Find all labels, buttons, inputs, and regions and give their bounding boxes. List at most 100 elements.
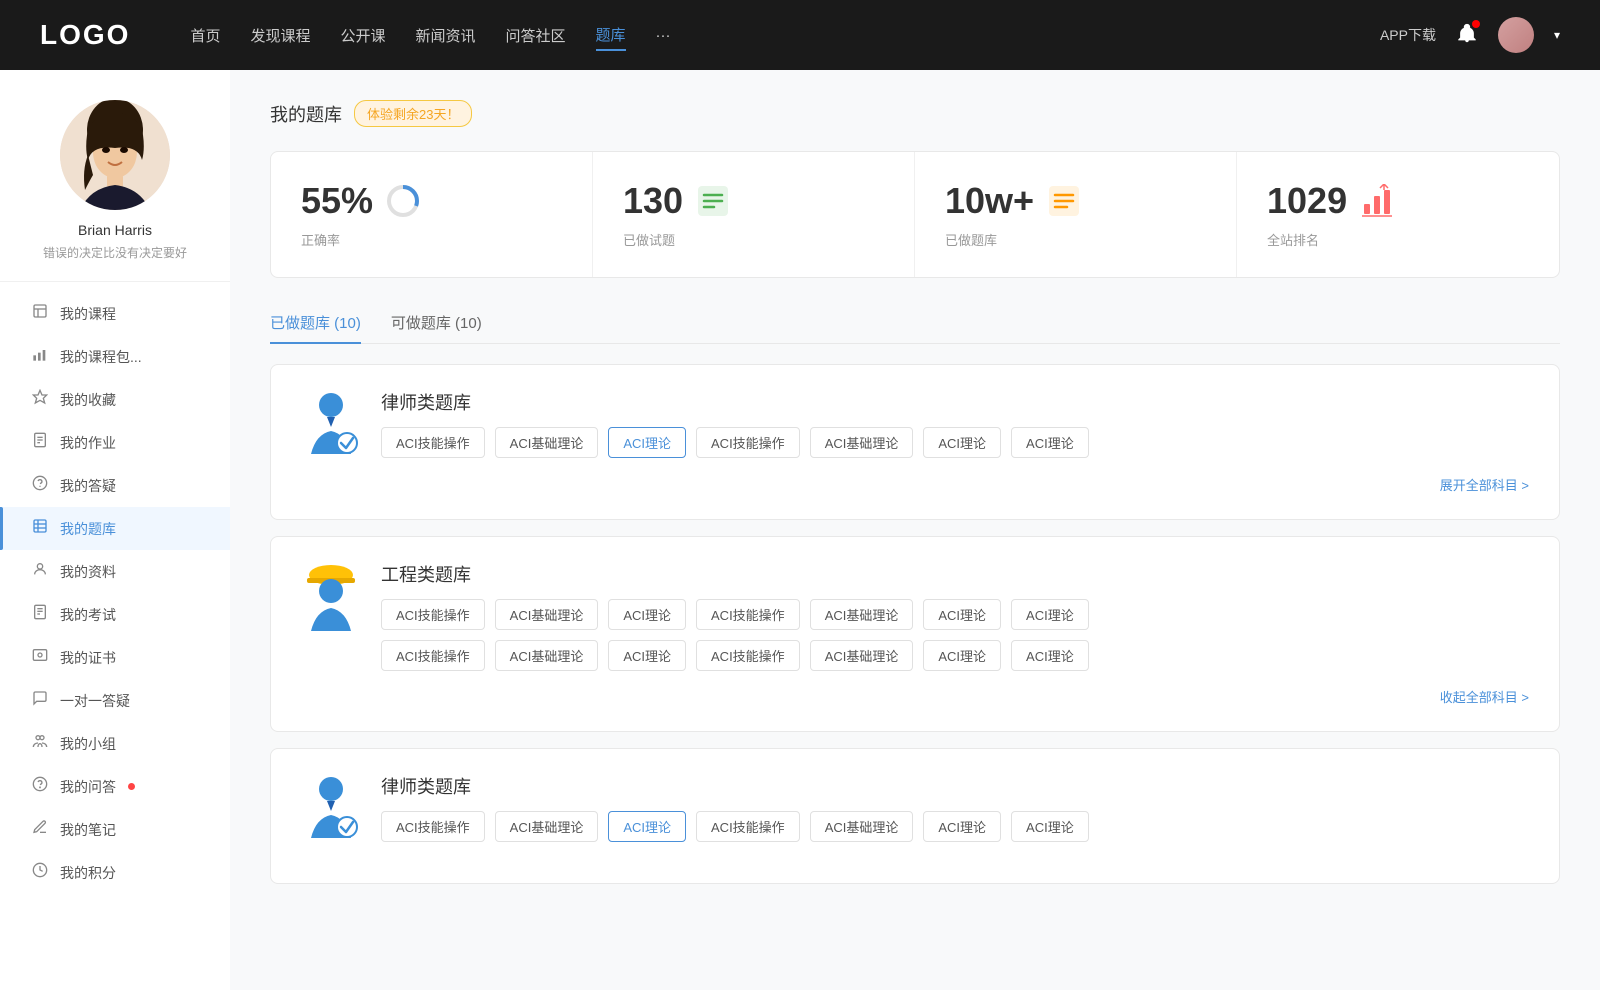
homework-icon (30, 432, 50, 453)
nav-qbank[interactable]: 题库 (596, 20, 626, 51)
tag-3-1[interactable]: ACI技能操作 (381, 811, 485, 842)
sidebar-item-certificate[interactable]: 我的证书 (0, 636, 230, 679)
tag-3-2[interactable]: ACI基础理论 (495, 811, 599, 842)
nav-more[interactable]: ··· (656, 23, 671, 48)
sidebar-item-points[interactable]: 我的积分 (0, 851, 230, 894)
tag-2-2[interactable]: ACI基础理论 (495, 599, 599, 630)
stat-accuracy-label: 正确率 (301, 230, 562, 249)
tags-multi-2: ACI技能操作 ACI基础理论 ACI理论 ACI技能操作 ACI基础理论 AC… (381, 599, 1529, 671)
engineer-avatar-icon (301, 561, 361, 631)
tag-1-2[interactable]: ACI基础理论 (495, 427, 599, 458)
sidebar-item-courses[interactable]: 我的课程 (0, 292, 230, 335)
lawyer-avatar-icon-1 (301, 389, 361, 459)
tag-2-5[interactable]: ACI基础理论 (810, 599, 914, 630)
app-download-btn[interactable]: APP下载 (1380, 25, 1436, 45)
nav-discover[interactable]: 发现课程 (250, 21, 310, 50)
sidebar-item-group[interactable]: 我的小组 (0, 722, 230, 765)
tag-3-3[interactable]: ACI理论 (608, 811, 686, 842)
sidebar-menu: 我的课程 我的课程包... 我的收藏 我的作业 (0, 282, 230, 904)
tag-2-1[interactable]: ACI技能操作 (381, 599, 485, 630)
qbank-card-lawyer-2: 律师类题库 ACI技能操作 ACI基础理论 ACI理论 ACI技能操作 ACI基… (270, 748, 1560, 884)
main-header: LOGO 首页 发现课程 公开课 新闻资讯 问答社区 题库 ··· APP下载 … (0, 0, 1600, 70)
tag-1-5[interactable]: ACI基础理论 (810, 427, 914, 458)
tag-2-4[interactable]: ACI技能操作 (696, 599, 800, 630)
notification-bell[interactable] (1456, 22, 1478, 49)
tag-2-14[interactable]: ACI理论 (1011, 640, 1089, 671)
profile-name: Brian Harris (20, 222, 210, 238)
sidebar-item-favorites[interactable]: 我的收藏 (0, 378, 230, 421)
stat-done-icon (695, 183, 731, 219)
trial-badge: 体验剩余23天！ (354, 100, 472, 127)
sidebar-item-1on1[interactable]: 一对一答疑 (0, 679, 230, 722)
nav-home[interactable]: 首页 (190, 21, 220, 50)
collapse-btn-2[interactable]: 收起全部科目 > (1440, 690, 1529, 705)
notes-label: 我的笔记 (60, 820, 116, 840)
homework-label: 我的作业 (60, 433, 116, 453)
sidebar-item-profile[interactable]: 我的资料 (0, 550, 230, 593)
sidebar: Brian Harris 错误的决定比没有决定要好 我的课程 我的课程包... (0, 70, 230, 990)
stat-ranking-icon (1359, 183, 1395, 219)
tag-2-6[interactable]: ACI理论 (923, 599, 1001, 630)
tag-3-4[interactable]: ACI技能操作 (696, 811, 800, 842)
sidebar-item-myqa[interactable]: 我的问答 (0, 765, 230, 808)
stat-done-banks: 10w+ 已做题库 (915, 152, 1237, 277)
tabs: 已做题库 (10) 可做题库 (10) (270, 302, 1560, 344)
stat-done-questions-label: 已做试题 (623, 230, 884, 249)
tag-2-12[interactable]: ACI基础理论 (810, 640, 914, 671)
sidebar-item-answers[interactable]: 我的答疑 (0, 464, 230, 507)
sidebar-item-notes[interactable]: 我的笔记 (0, 808, 230, 851)
stat-done-questions: 130 已做试题 (593, 152, 915, 277)
main-content: 我的题库 体验剩余23天！ 55% 正确 (230, 70, 1600, 990)
nav-news[interactable]: 新闻资讯 (416, 21, 476, 50)
group-icon (30, 733, 50, 754)
tag-1-4[interactable]: ACI技能操作 (696, 427, 800, 458)
profile-avatar (60, 100, 170, 210)
stat-done-questions-top: 130 (623, 180, 884, 222)
tag-1-7[interactable]: ACI理论 (1011, 427, 1089, 458)
sidebar-item-packages[interactable]: 我的课程包... (0, 335, 230, 378)
sidebar-item-exam[interactable]: 我的考试 (0, 593, 230, 636)
stat-done-banks-label: 已做题库 (945, 230, 1206, 249)
tab-done[interactable]: 已做题库 (10) (270, 302, 361, 343)
tags-row-2a: ACI技能操作 ACI基础理论 ACI理论 ACI技能操作 ACI基础理论 AC… (381, 599, 1529, 630)
user-avatar[interactable] (1498, 17, 1534, 53)
pie-chart-icon (385, 183, 421, 219)
tag-3-7[interactable]: ACI理论 (1011, 811, 1089, 842)
qbank-title-2: 工程类题库 (381, 561, 1529, 587)
tag-2-7[interactable]: ACI理论 (1011, 599, 1089, 630)
question-icon (30, 475, 50, 496)
stat-accuracy-top: 55% (301, 180, 562, 222)
list-orange-icon (1047, 184, 1081, 218)
sidebar-item-qbank[interactable]: 我的题库 (0, 507, 230, 550)
tag-1-6[interactable]: ACI理论 (923, 427, 1001, 458)
courses-label: 我的课程 (60, 304, 116, 324)
stat-ranking-top: 1029 (1267, 180, 1529, 222)
tags-section-1: 律师类题库 ACI技能操作 ACI基础理论 ACI理论 ACI技能操作 ACI基… (381, 389, 1529, 458)
sidebar-item-homework[interactable]: 我的作业 (0, 421, 230, 464)
tag-1-3[interactable]: ACI理论 (608, 427, 686, 458)
engineer-icon (301, 561, 361, 631)
answers-label: 我的答疑 (60, 476, 116, 496)
exam-icon (30, 604, 50, 625)
stat-done-banks-top: 10w+ (945, 180, 1206, 222)
tag-2-13[interactable]: ACI理论 (923, 640, 1001, 671)
tag-2-9[interactable]: ACI基础理论 (495, 640, 599, 671)
packages-icon (30, 346, 50, 367)
tag-2-10[interactable]: ACI理论 (608, 640, 686, 671)
expand-btn-1[interactable]: 展开全部科目 > (1440, 478, 1529, 493)
tag-2-3[interactable]: ACI理论 (608, 599, 686, 630)
nav-open-course[interactable]: 公开课 (340, 21, 385, 50)
1on1-label: 一对一答疑 (60, 691, 130, 711)
tag-2-11[interactable]: ACI技能操作 (696, 640, 800, 671)
profile-icon (30, 561, 50, 582)
tag-3-5[interactable]: ACI基础理论 (810, 811, 914, 842)
tab-available[interactable]: 可做题库 (10) (391, 302, 482, 343)
qbank-label: 我的题库 (60, 519, 116, 539)
user-dropdown-arrow[interactable]: ▾ (1554, 28, 1560, 42)
tag-2-8[interactable]: ACI技能操作 (381, 640, 485, 671)
nav-qa[interactable]: 问答社区 (506, 21, 566, 50)
tag-1-1[interactable]: ACI技能操作 (381, 427, 485, 458)
tags-row-2b: ACI技能操作 ACI基础理论 ACI理论 ACI技能操作 ACI基础理论 AC… (381, 640, 1529, 671)
tag-3-6[interactable]: ACI理论 (923, 811, 1001, 842)
lawyer-icon-1 (301, 389, 361, 459)
